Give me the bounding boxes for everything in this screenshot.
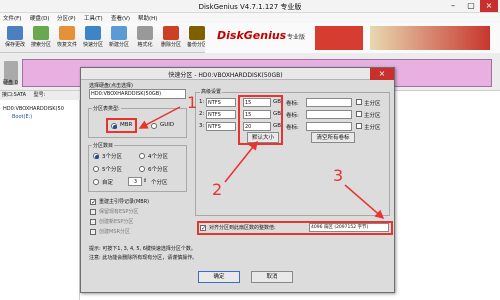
arrow-3 <box>344 184 385 219</box>
annotation-number-2: 2 <box>212 180 223 199</box>
annotation-number-3: 3 <box>333 166 344 185</box>
arrow-2 <box>224 140 258 183</box>
annotation-number-1: 1 <box>187 93 198 112</box>
annotation-arrows <box>138 106 385 219</box>
arrow-1 <box>138 106 181 129</box>
